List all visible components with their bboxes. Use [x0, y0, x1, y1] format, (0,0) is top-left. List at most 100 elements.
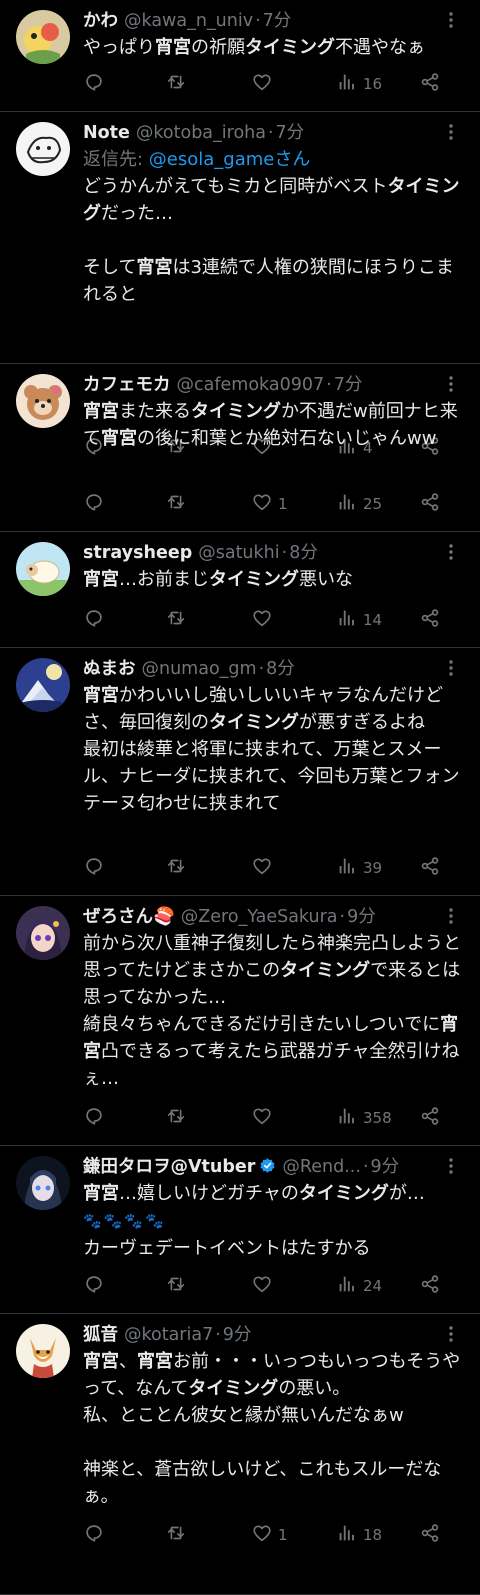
avatar[interactable] [16, 658, 70, 712]
more-icon[interactable] [442, 374, 460, 394]
timestamp[interactable]: 7分 [334, 375, 363, 395]
reply-button[interactable] [83, 492, 110, 516]
more-icon[interactable] [442, 1156, 460, 1176]
tweet-text: 宵宮また来るタイミングか不遇だw前回ナヒ来て宵宮の後に和葉とか絶対石ないじゃんw… [83, 398, 466, 452]
action-bar: 16 [83, 72, 463, 96]
like-button[interactable]: 1 [251, 492, 288, 516]
reply-to-link[interactable]: @esola_gameさん [149, 149, 311, 170]
tweet[interactable]: straysheep @satukhi · 8分 宵宮…お前まじタイミング悪いな 14 [0, 532, 480, 648]
timestamp[interactable]: 7分 [276, 123, 305, 143]
user-handle[interactable]: @Zero_YaeSakura [181, 907, 338, 927]
views-button[interactable]: 16 [336, 72, 382, 96]
share-button[interactable] [419, 1106, 441, 1130]
text-segment: …お前まじ [119, 569, 209, 590]
views-button[interactable]: 24 [336, 1274, 382, 1298]
retweet-button[interactable] [165, 856, 192, 880]
reply-context: 返信先: @esola_gameさん [83, 149, 310, 170]
share-button[interactable] [419, 608, 441, 632]
reply-button[interactable] [83, 856, 110, 880]
views-button[interactable]: 358 [336, 1106, 392, 1130]
retweet-button[interactable] [165, 492, 192, 516]
tweet-header: ぜろさん🍣 @Zero_YaeSakura · 9分 [83, 904, 436, 930]
retweet-button[interactable] [165, 608, 192, 632]
avatar[interactable] [16, 906, 70, 960]
timestamp[interactable]: 9分 [371, 1157, 400, 1177]
reply-button[interactable] [83, 1523, 110, 1547]
highlighted-keyword: タイミング [298, 1183, 389, 1204]
reply-button[interactable] [83, 608, 110, 632]
more-icon[interactable] [442, 542, 460, 562]
display-name[interactable]: ぜろさん🍣 [83, 907, 175, 927]
like-button[interactable] [251, 608, 278, 632]
like-button[interactable]: 1 [251, 1523, 288, 1547]
share-button[interactable] [419, 492, 441, 516]
highlighted-keyword: タイミング [280, 960, 371, 981]
reply-button[interactable] [83, 1106, 110, 1130]
timestamp[interactable]: 8分 [289, 543, 318, 563]
views-button[interactable]: 25 [336, 492, 382, 516]
avatar[interactable] [16, 10, 70, 64]
views-button[interactable]: 18 [336, 1523, 382, 1547]
display-name[interactable]: かわ [83, 11, 118, 31]
reply-button[interactable] [83, 72, 110, 96]
views-button[interactable]: 14 [336, 608, 382, 632]
reply-button[interactable] [83, 1274, 110, 1298]
like-button[interactable] [251, 1106, 278, 1130]
avatar[interactable] [16, 122, 70, 176]
tweet[interactable]: カフェモカ @cafemoka0907 · 7分 宵宮また来るタイミングか不遇だw前回ナ… [0, 364, 480, 532]
heart-icon [251, 491, 273, 517]
retweet-button[interactable] [165, 1106, 192, 1130]
user-handle[interactable]: @cafemoka0907 [177, 375, 325, 395]
tweet-text: 宵宮…嬉しいけどガチャのタイミングが… 🐾🐾🐾🐾 カーヴェデートイベントはたすか… [83, 1180, 466, 1262]
retweet-button[interactable] [165, 1523, 192, 1547]
display-name[interactable]: straysheep [83, 543, 192, 563]
display-name[interactable]: Note [83, 123, 130, 143]
user-handle[interactable]: @kotaria7 [124, 1325, 213, 1345]
more-icon[interactable] [442, 122, 460, 142]
timestamp[interactable]: 9分 [347, 907, 376, 927]
tweet[interactable]: 狐音 @kotaria7 · 9分 宵宮、宵宮お前・・・いっつもいっつもそうやって、なん… [0, 1314, 480, 1595]
more-icon[interactable] [442, 906, 460, 926]
tweet[interactable]: ぜろさん🍣 @Zero_YaeSakura · 9分 前から次八重神子復刻したら神楽完凸… [0, 896, 480, 1146]
action-bar: 1 18 [83, 1523, 463, 1547]
avatar[interactable] [16, 374, 70, 428]
text-segment: 悪いな [299, 569, 353, 590]
avatar[interactable] [16, 1324, 70, 1378]
share-button[interactable] [419, 1523, 441, 1547]
user-handle[interactable]: @Rend... [282, 1157, 361, 1177]
more-icon[interactable] [442, 1324, 460, 1344]
share-button[interactable] [419, 856, 441, 880]
user-handle[interactable]: @numao_gm [142, 659, 257, 679]
more-icon[interactable] [442, 658, 460, 678]
avatar[interactable] [16, 542, 70, 596]
user-handle[interactable]: @kotoba_iroha [136, 123, 266, 143]
like-button[interactable] [251, 1274, 278, 1298]
display-name[interactable]: 鎌田タロヲ@Vtuber [83, 1157, 255, 1177]
tweet[interactable]: Note @kotoba_iroha · 7分 返信先: @esola_gameさん ど… [0, 112, 480, 457]
highlighted-keyword: タイミング [245, 37, 335, 58]
avatar[interactable] [16, 1156, 70, 1210]
more-icon[interactable] [442, 10, 460, 30]
tweet-text: 宵宮、宵宮お前・・・いっつもいっつもそうやって、なんてタイミングの悪い。 私、と… [83, 1348, 466, 1510]
display-name[interactable]: カフェモカ [83, 375, 171, 395]
retweet-icon [165, 71, 187, 97]
share-button[interactable] [419, 1274, 441, 1298]
like-button[interactable] [251, 72, 278, 96]
share-button[interactable] [419, 72, 441, 96]
reply-icon [83, 855, 105, 881]
user-handle[interactable]: @kawa_n_univ [124, 11, 253, 31]
display-name[interactable]: 狐音 [83, 1325, 118, 1345]
like-button[interactable] [251, 856, 278, 880]
timestamp[interactable]: 7分 [263, 11, 292, 31]
timestamp[interactable]: 8分 [266, 659, 295, 679]
retweet-button[interactable] [165, 1274, 192, 1298]
views-button[interactable]: 39 [336, 856, 382, 880]
display-name[interactable]: ぬまお [83, 659, 136, 679]
heart-icon [251, 71, 273, 97]
tweet[interactable]: ぬまお @numao_gm · 8分 宵宮かわいいし強いしいいキャラなんだけどさ、毎回復… [0, 648, 480, 896]
user-handle[interactable]: @satukhi [198, 543, 279, 563]
timestamp[interactable]: 9分 [223, 1325, 252, 1345]
tweet[interactable]: かわ @kawa_n_univ · 7分 やっぱり宵宮の祈願タイミング不遇やなぁ 16 [0, 0, 480, 112]
tweet[interactable]: 鎌田タロヲ@Vtuber @Rend... · 9分 宵宮…嬉しいけどガチャのタイミング… [0, 1146, 480, 1314]
retweet-button[interactable] [165, 72, 192, 96]
